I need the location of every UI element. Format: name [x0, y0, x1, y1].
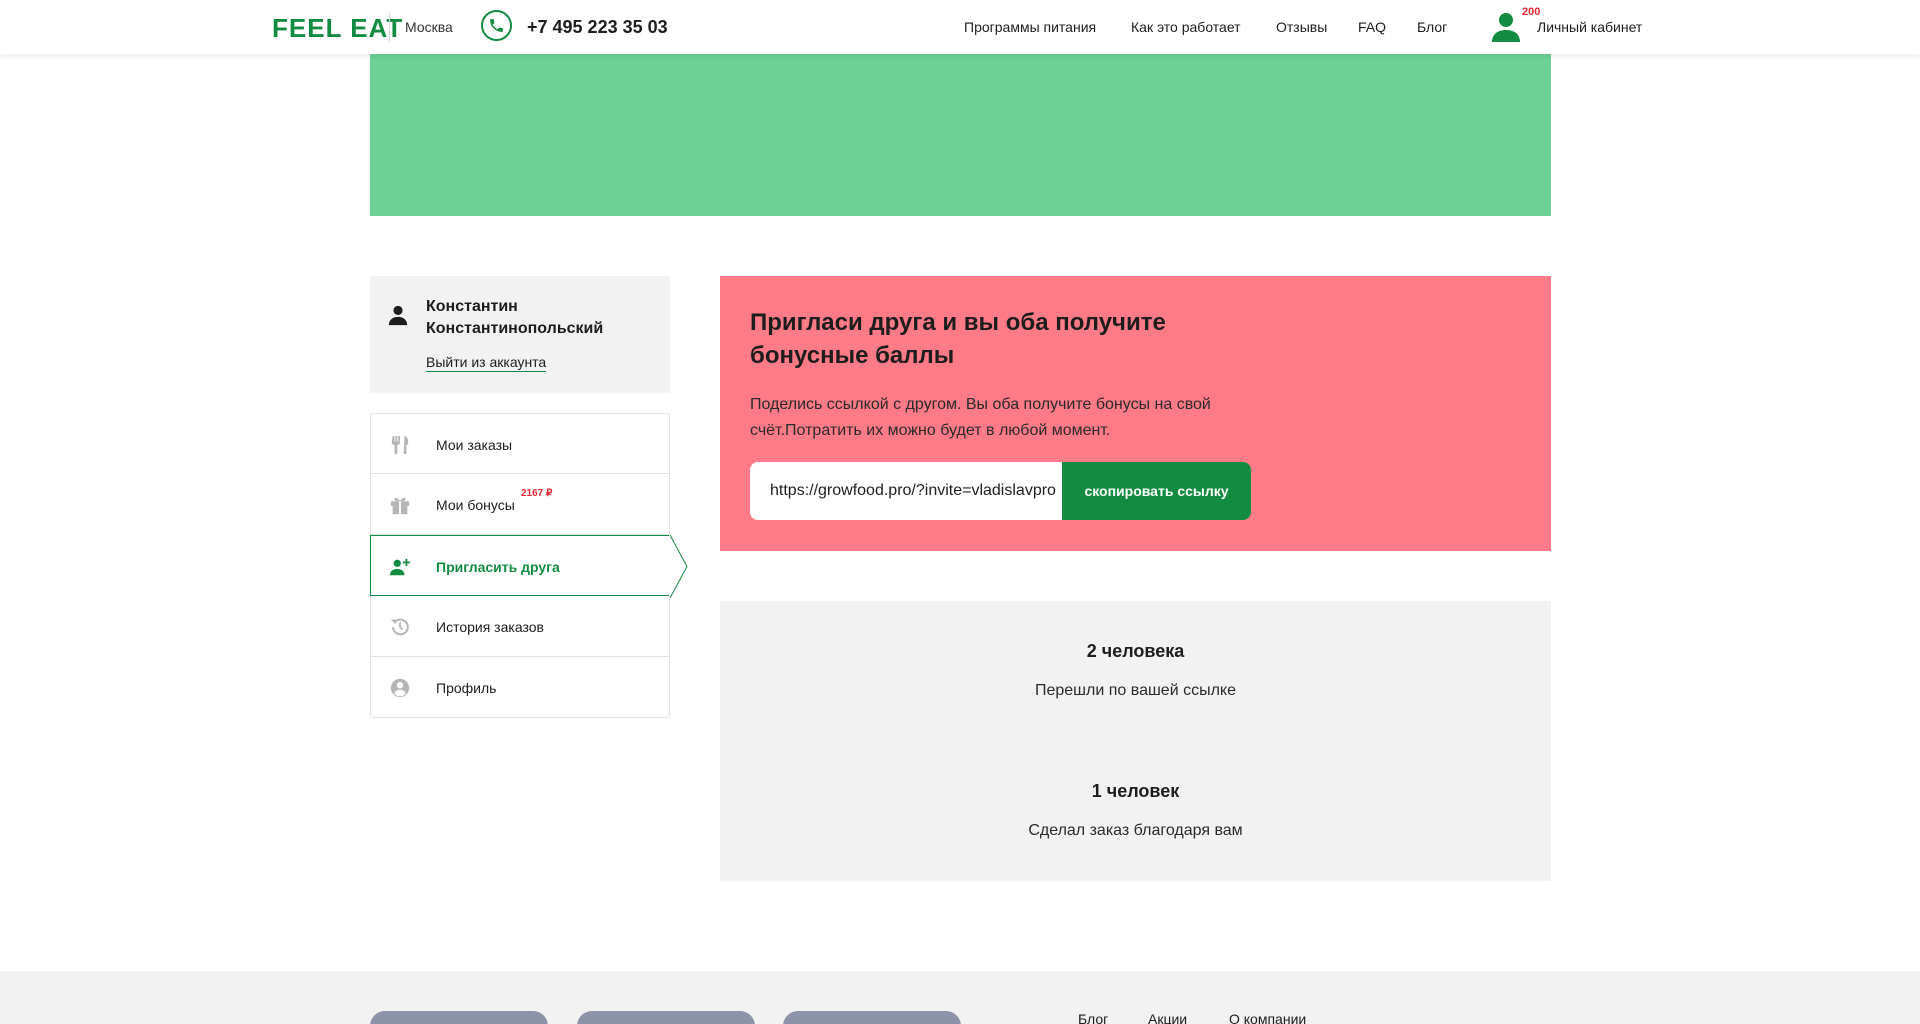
invite-description: Поделись ссылкой с другом. Вы оба получи… [750, 396, 1211, 439]
bonus-amount-badge: 2167 ₽ [521, 488, 553, 499]
footer-link-blog[interactable]: Блог [1078, 1011, 1108, 1024]
cutlery-icon [389, 434, 411, 456]
invite-title: Пригласи друга и вы оба получите бонусны… [750, 309, 1166, 369]
menu-item-invite[interactable]: Пригласить друга [370, 535, 688, 598]
city-selector[interactable]: Москва [405, 19, 453, 35]
invite-link-input[interactable]: https://growfood.pro/?invite=vladislavpr… [750, 462, 1062, 520]
nav-blog[interactable]: Блог [1417, 19, 1447, 35]
referral-stats: 2 человека Перешли по вашей ссылке 1 чел… [720, 601, 1551, 881]
bonus-badge: 200 [1522, 6, 1541, 18]
footer-link-about[interactable]: О компании [1229, 1011, 1306, 1024]
user-icon[interactable] [1490, 10, 1522, 42]
site-header: FEEL EAT Москва +7 495 223 35 03 Програм… [0, 0, 1920, 54]
promo-banner [370, 54, 1551, 216]
phone-number[interactable]: +7 495 223 35 03 [527, 17, 668, 38]
user-card: Константин Константинопольский Выйти из … [370, 276, 670, 393]
add-user-icon [389, 556, 411, 578]
nav-faq[interactable]: FAQ [1358, 19, 1386, 35]
nav-how-it-works[interactable]: Как это работает [1131, 19, 1241, 35]
person-icon [387, 304, 409, 331]
history-icon [389, 616, 411, 638]
menu-label: Мои заказы [436, 437, 513, 453]
nav-reviews[interactable]: Отзывы [1276, 19, 1327, 35]
referral-clicks-label: Перешли по вашей ссылке [1034, 682, 1236, 699]
menu-item-orders[interactable]: Мои заказы [370, 413, 670, 474]
menu-label: Профиль [436, 680, 497, 696]
profile-icon [389, 677, 411, 699]
menu-item-profile[interactable]: Профиль [370, 657, 670, 718]
account-menu: Мои заказы Мои бонусы 2167 ₽ Пригласить … [370, 413, 688, 718]
referral-orders-label: Сделал заказ благодаря вам [1028, 822, 1243, 839]
menu-item-bonuses[interactable]: Мои бонусы 2167 ₽ [370, 474, 670, 535]
copy-link-button[interactable]: скопировать ссылку [1062, 462, 1251, 520]
footer-link-promotions[interactable]: Акции [1148, 1011, 1187, 1024]
referral-orders-value: 1 человек [1091, 781, 1180, 801]
site-footer: Блог Акции О компании [0, 971, 1920, 1024]
referral-clicks-value: 2 человека [1086, 641, 1185, 661]
user-name: Константин Константинопольский [426, 298, 604, 337]
google-play-badge[interactable] [577, 1011, 755, 1024]
header-divider [389, 12, 390, 42]
menu-label: Пригласить друга [436, 559, 560, 575]
logout-link[interactable]: Выйти из аккаунта [426, 354, 547, 372]
invite-card: Пригласи друга и вы оба получите бонусны… [720, 276, 1551, 551]
active-indicator [669, 535, 688, 598]
menu-label: История заказов [436, 619, 544, 635]
menu-label: Мои бонусы [436, 497, 515, 513]
menu-item-history[interactable]: История заказов [370, 596, 670, 657]
logo[interactable]: FEEL EAT [272, 13, 403, 44]
app-store-badge[interactable] [370, 1011, 548, 1024]
phone-icon [481, 10, 512, 41]
personal-cabinet-link[interactable]: Личный кабинет [1537, 19, 1642, 35]
gift-icon [389, 494, 411, 516]
app-badge[interactable] [783, 1011, 961, 1024]
nav-programs[interactable]: Программы питания [964, 19, 1096, 35]
